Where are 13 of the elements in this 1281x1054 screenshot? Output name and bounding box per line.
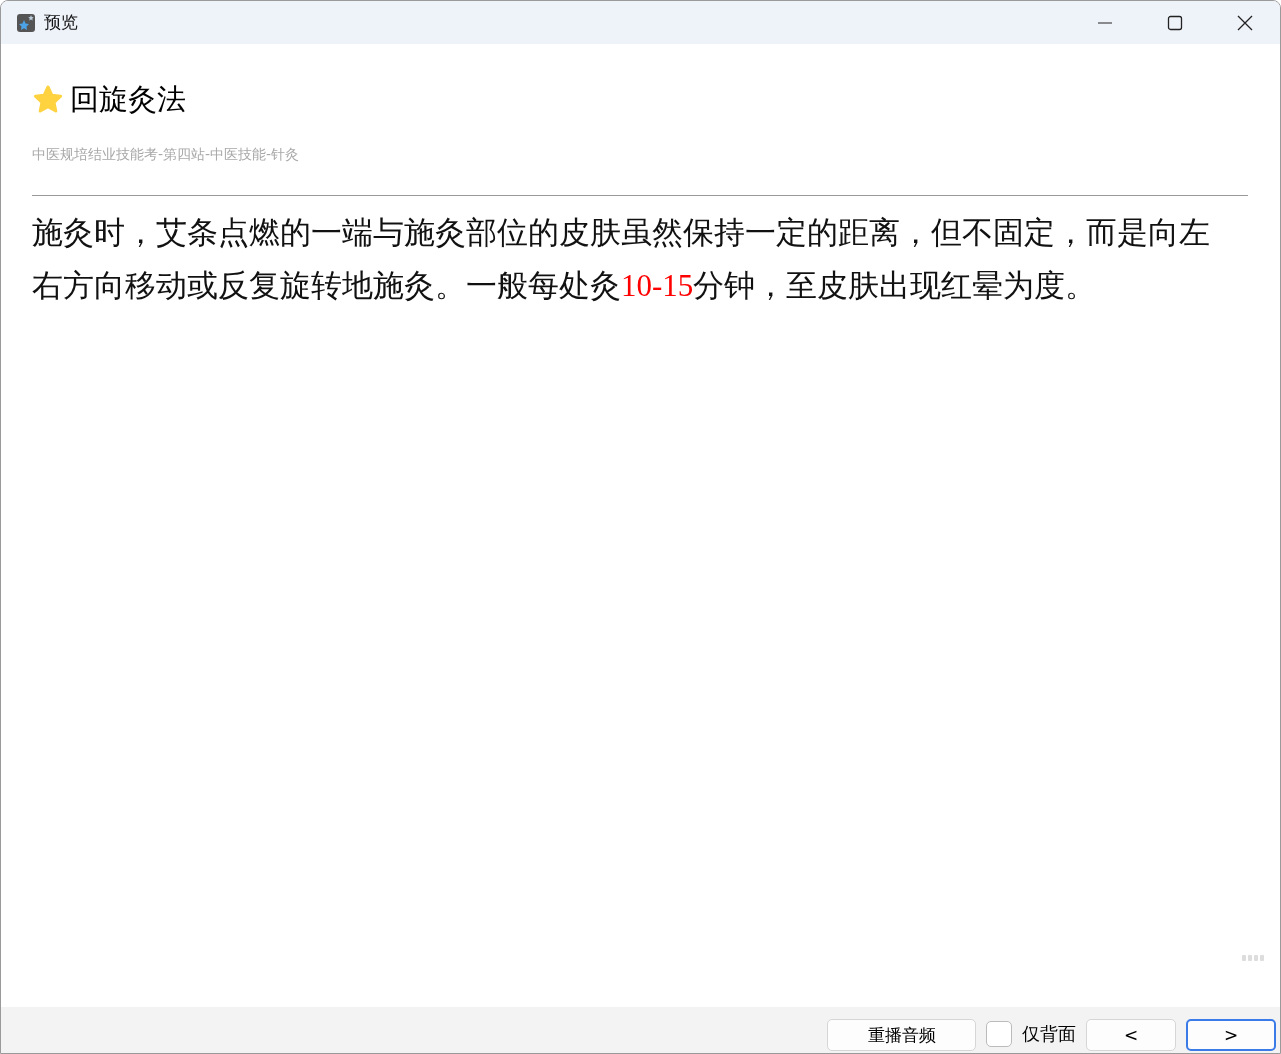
maximize-icon	[1167, 14, 1183, 31]
replay-audio-button[interactable]: 重播音频	[827, 1019, 976, 1051]
checkbox-label: 仅背面	[1022, 1022, 1076, 1046]
minimize-icon	[1098, 21, 1112, 24]
deck-path: 中医规培结业技能考-第四站-中医技能-针灸	[32, 146, 301, 164]
card-title: 回旋灸法	[70, 81, 186, 118]
next-button[interactable]: >	[1186, 1019, 1276, 1051]
back-only-checkbox[interactable]	[986, 1021, 1012, 1047]
resize-grip-icon[interactable]	[1242, 955, 1264, 961]
close-icon	[1237, 14, 1253, 31]
card-answer-text: 施灸时，艾条点燃的一端与施灸部位的皮肤虽然保持一定的距离，但不固定，而是向左右方向移动或反复旋转地施灸。一般每处灸10-15分钟，至皮肤出现红晕为度。	[32, 213, 1211, 305]
previous-button[interactable]: <	[1086, 1019, 1176, 1051]
window-title: 预览	[44, 11, 78, 34]
